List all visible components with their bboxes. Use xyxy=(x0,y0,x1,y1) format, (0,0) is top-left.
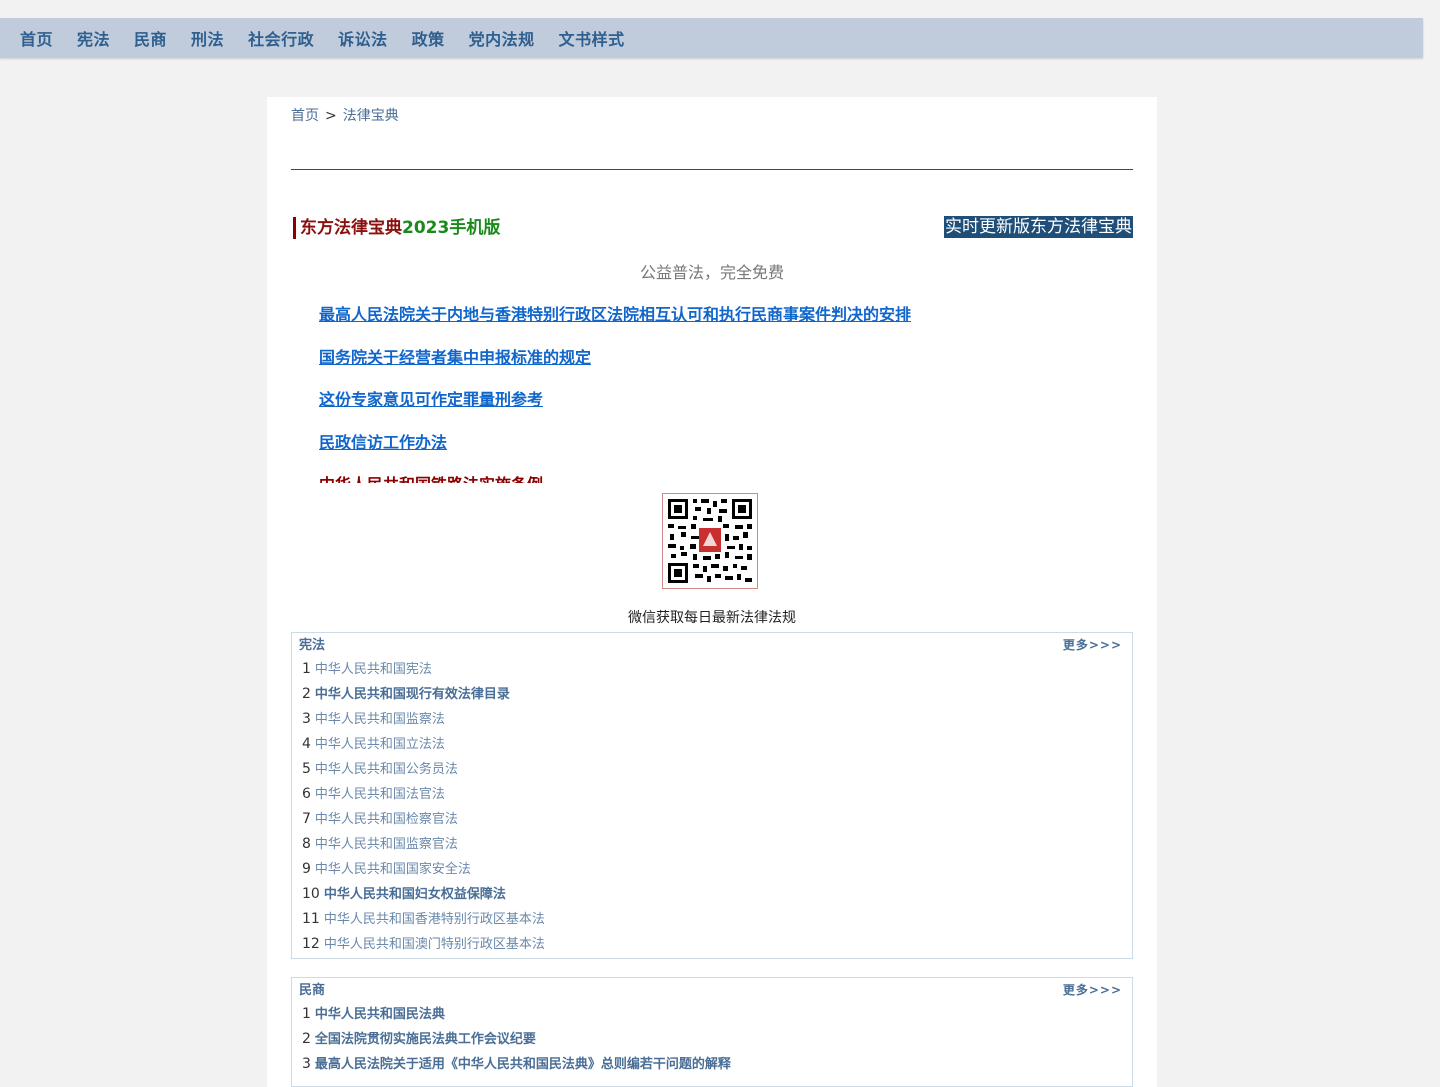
item-number: 2 xyxy=(302,1031,311,1047)
featured-link[interactable]: 民政信访工作办法 xyxy=(319,431,1119,474)
item-number: 3 xyxy=(302,711,311,727)
section-header: 民商 更多>>> xyxy=(292,978,1132,1002)
item-number: 10 xyxy=(302,886,320,902)
nav-criminal[interactable]: 刑法 xyxy=(191,26,224,50)
item-title[interactable]: 中华人民共和国宪法 xyxy=(315,662,432,677)
featured-link[interactable]: 最高人民法院关于内地与香港特别行政区法院相互认可和执行民商事案件判决的安排 xyxy=(319,303,1119,346)
law-list: 1 中华人民共和国民法典 2 全国法院贯彻实施民法典工作会议纪要 3 最高人民法院关于… xyxy=(292,1002,1132,1077)
item-title[interactable]: 中华人民共和国检察官法 xyxy=(315,812,458,827)
item-title[interactable]: 中华人民共和国法官法 xyxy=(315,787,445,802)
item-number: 1 xyxy=(302,1006,311,1022)
list-item[interactable]: 2 全国法院贯彻实施民法典工作会议纪要 xyxy=(302,1027,1132,1052)
nav-home[interactable]: 首页 xyxy=(20,26,53,50)
item-title[interactable]: 中华人民共和国监察官法 xyxy=(315,837,458,852)
featured-link[interactable]: 这份专家意见可作定罪量刑参考 xyxy=(319,388,1119,431)
item-number: 11 xyxy=(302,911,320,927)
law-list: 1 中华人民共和国宪法 2 中华人民共和国现行有效法律目录 3 中华人民共和国监察法 … xyxy=(292,657,1132,957)
nav-civil-commercial[interactable]: 民商 xyxy=(134,26,167,50)
nav-constitution[interactable]: 宪法 xyxy=(77,26,110,50)
section-header: 宪法 更多>>> xyxy=(292,633,1132,657)
nav-procedure[interactable]: 诉讼法 xyxy=(338,26,388,50)
more-link[interactable]: 更多>>> xyxy=(1063,633,1122,657)
item-title[interactable]: 全国法院贯彻实施民法典工作会议纪要 xyxy=(315,1032,536,1047)
item-number: 1 xyxy=(302,661,311,677)
list-item[interactable]: 10 中华人民共和国妇女权益保障法 xyxy=(302,882,1132,907)
featured-link[interactable]: 国务院关于经营者集中申报标准的规定 xyxy=(319,346,1119,389)
nav-document-templates[interactable]: 文书样式 xyxy=(559,26,625,50)
divider xyxy=(291,169,1133,170)
item-title[interactable]: 中华人民共和国国家安全法 xyxy=(315,862,471,877)
realtime-update-link[interactable]: 实时更新版东方法律宝典 xyxy=(944,216,1133,238)
item-number: 2 xyxy=(302,686,311,702)
list-item[interactable]: 3 中华人民共和国监察法 xyxy=(302,707,1132,732)
item-number: 9 xyxy=(302,861,311,877)
item-title[interactable]: 中华人民共和国澳门特别行政区基本法 xyxy=(324,937,545,952)
list-item[interactable]: 11 中华人民共和国香港特别行政区基本法 xyxy=(302,907,1132,932)
list-item[interactable]: 7 中华人民共和国检察官法 xyxy=(302,807,1132,832)
promo-title-main: 东方法律宝典 xyxy=(300,218,402,238)
section-title[interactable]: 民商 xyxy=(299,979,325,1003)
section-civil-commercial: 民商 更多>>> 1 中华人民共和国民法典 2 全国法院贯彻实施民法典工作会议纪要 … xyxy=(291,977,1133,1087)
item-title[interactable]: 中华人民共和国监察法 xyxy=(315,712,445,727)
breadcrumb: 首页 > 法律宝典 xyxy=(291,105,399,125)
item-number: 5 xyxy=(302,761,311,777)
item-number: 7 xyxy=(302,811,311,827)
nav-party-regulations[interactable]: 党内法规 xyxy=(469,26,535,50)
list-item[interactable]: 6 中华人民共和国法官法 xyxy=(302,782,1132,807)
qr-caption: 微信获取每日最新法律法规 xyxy=(628,610,796,626)
item-number: 8 xyxy=(302,836,311,852)
featured-link[interactable]: 中华人民共和国铁路法实施条例 xyxy=(319,473,1119,483)
promo-title-version: 2023手机版 xyxy=(402,218,501,238)
item-title[interactable]: 中华人民共和国妇女权益保障法 xyxy=(324,887,506,902)
list-item[interactable]: 1 中华人民共和国宪法 xyxy=(302,657,1132,682)
nav-social-admin[interactable]: 社会行政 xyxy=(248,26,314,50)
item-number: 4 xyxy=(302,736,311,752)
item-title[interactable]: 中华人民共和国现行有效法律目录 xyxy=(315,687,510,702)
list-item[interactable]: 8 中华人民共和国监察官法 xyxy=(302,832,1132,857)
breadcrumb-separator: > xyxy=(325,108,337,124)
item-title[interactable]: 中华人民共和国公务员法 xyxy=(315,762,458,777)
item-number: 3 xyxy=(302,1056,311,1072)
featured-links: 最高人民法院关于内地与香港特别行政区法院相互认可和执行民商事案件判决的安排 国务… xyxy=(319,303,1119,483)
item-number: 6 xyxy=(302,786,311,802)
section-title[interactable]: 宪法 xyxy=(299,634,325,658)
item-number: 12 xyxy=(302,936,320,952)
item-title[interactable]: 中华人民共和国民法典 xyxy=(315,1007,445,1022)
wechat-qr-code-icon xyxy=(662,493,758,589)
list-item[interactable]: 9 中华人民共和国国家安全法 xyxy=(302,857,1132,882)
top-nav: 首页 宪法 民商 刑法 社会行政 诉讼法 政策 党内法规 文书样式 xyxy=(0,18,1423,58)
item-title[interactable]: 中华人民共和国立法法 xyxy=(315,737,445,752)
item-title[interactable]: 中华人民共和国香港特别行政区基本法 xyxy=(324,912,545,927)
list-item[interactable]: 1 中华人民共和国民法典 xyxy=(302,1002,1132,1027)
breadcrumb-home[interactable]: 首页 xyxy=(291,108,319,124)
list-item[interactable]: 4 中华人民共和国立法法 xyxy=(302,732,1132,757)
item-title[interactable]: 最高人民法院关于适用《中华人民共和国民法典》总则编若干问题的解释 xyxy=(315,1057,731,1072)
list-item[interactable]: 3 最高人民法院关于适用《中华人民共和国民法典》总则编若干问题的解释 xyxy=(302,1052,1132,1077)
list-item[interactable]: 12 中华人民共和国澳门特别行政区基本法 xyxy=(302,932,1132,957)
promo-title: 东方法律宝典2023手机版 xyxy=(293,217,500,239)
list-item[interactable]: 5 中华人民共和国公务员法 xyxy=(302,757,1132,782)
slogan: 公益普法，完全免费 xyxy=(639,263,784,282)
qr-code-graphic xyxy=(663,494,757,588)
main-panel: 首页 > 法律宝典 东方法律宝典2023手机版 实时更新版东方法律宝典 公益普法，完… xyxy=(267,97,1157,1087)
more-link[interactable]: 更多>>> xyxy=(1063,978,1122,1002)
breadcrumb-current[interactable]: 法律宝典 xyxy=(343,108,399,124)
nav-policy[interactable]: 政策 xyxy=(412,26,445,50)
section-constitution: 宪法 更多>>> 1 中华人民共和国宪法 2 中华人民共和国现行有效法律目录 3 中华… xyxy=(291,632,1133,959)
list-item[interactable]: 2 中华人民共和国现行有效法律目录 xyxy=(302,682,1132,707)
